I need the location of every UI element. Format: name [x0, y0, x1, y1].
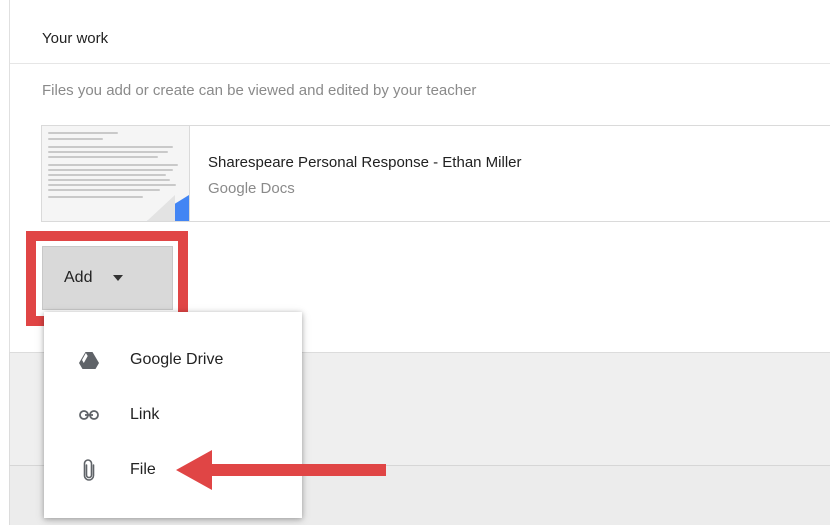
attachment-type: Google Docs — [208, 180, 295, 197]
document-thumbnail[interactable] — [42, 126, 190, 221]
your-work-hint: Files you add or create can be viewed an… — [42, 82, 477, 99]
section-divider — [10, 63, 830, 64]
menu-item-label: File — [130, 461, 156, 478]
caret-down-icon — [113, 275, 124, 281]
link-icon — [79, 405, 99, 425]
menu-item-google-drive[interactable]: Google Drive — [44, 334, 302, 386]
menu-item-label: Link — [130, 406, 160, 423]
attachment-card[interactable]: Sharespeare Personal Response - Ethan Mi… — [41, 125, 830, 222]
paperclip-icon — [79, 459, 99, 481]
google-drive-icon — [79, 350, 99, 370]
add-button-label: Add — [64, 269, 93, 286]
menu-item-label: Google Drive — [130, 351, 224, 368]
your-work-title: Your work — [42, 30, 109, 47]
attachment-title[interactable]: Sharespeare Personal Response - Ethan Mi… — [208, 154, 522, 171]
add-button[interactable]: Add — [42, 246, 173, 310]
menu-item-link[interactable]: Link — [44, 389, 302, 441]
page: Your work Files you add or create can be… — [0, 0, 830, 525]
annotation-arrow — [176, 450, 386, 490]
